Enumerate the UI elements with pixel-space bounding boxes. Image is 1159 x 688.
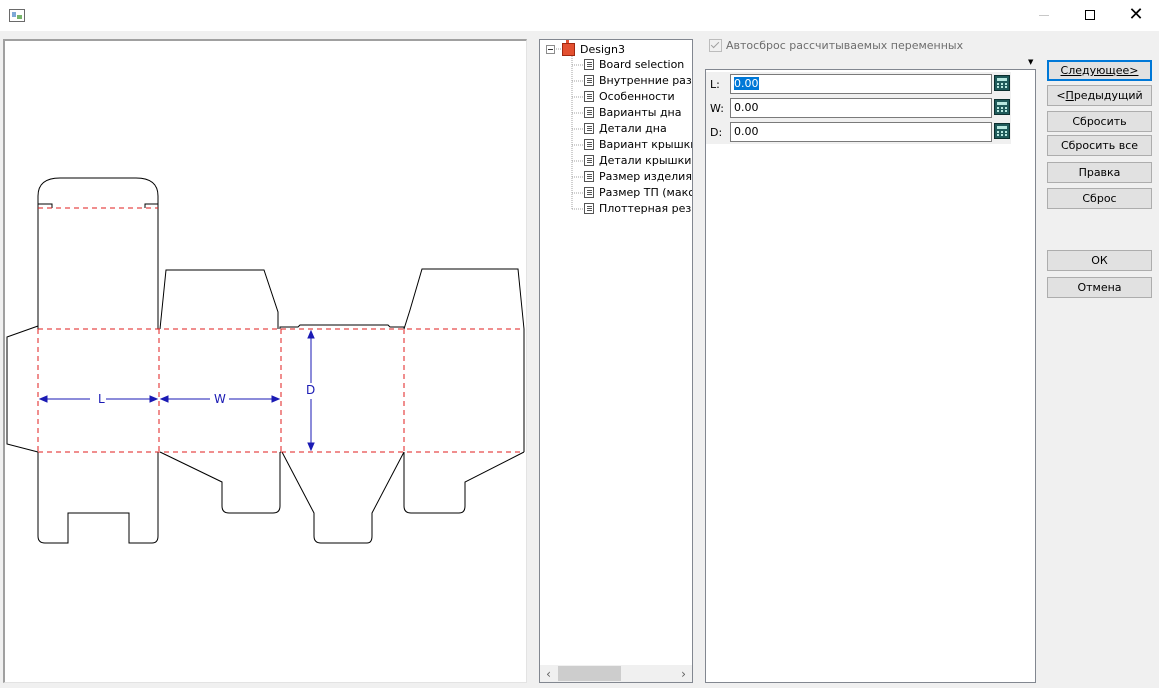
maximize-icon	[1085, 10, 1095, 20]
minimize-button[interactable]	[1021, 0, 1067, 30]
autoreset-checkbox	[709, 39, 722, 52]
design-preview[interactable]: L W D	[3, 39, 527, 683]
previous-mnemonic: П	[1065, 89, 1074, 102]
dust-flap-right-outline	[403, 268, 525, 330]
design-icon	[562, 40, 575, 56]
reset-button-label: Сбросить	[1072, 115, 1127, 128]
page-icon	[584, 123, 594, 134]
variable-row-l: L: 0.00	[706, 72, 1035, 96]
reset-button[interactable]: Сбросить	[1047, 111, 1152, 132]
design-tree[interactable]: Design3 Board selection Внутренние разме…	[539, 39, 693, 683]
calculator-icon[interactable]	[994, 123, 1010, 139]
dim-label-d: D	[306, 383, 315, 397]
minimize-icon	[1039, 14, 1049, 16]
collapse-icon[interactable]	[546, 44, 555, 54]
edit-button-label: Правка	[1078, 166, 1121, 179]
tree-item-label: Размер изделия	[599, 170, 692, 183]
tree-item-product-size[interactable]: Размер изделия	[584, 169, 692, 184]
page-icon	[584, 203, 594, 214]
dim-label-w: W	[214, 392, 226, 406]
page-icon	[584, 107, 594, 118]
clear-button-label: Сброс	[1082, 192, 1117, 205]
bottom-flap-2-outline	[159, 451, 281, 514]
tree-item-inner-dimensions[interactable]: Внутренние разме	[584, 73, 692, 88]
tree-item-label: Внутренние разме	[599, 74, 692, 87]
previous-button[interactable]: < Предыдущий	[1047, 85, 1152, 106]
bottom-flap-3-outline	[281, 451, 405, 544]
previous-label: редыдущий	[1073, 89, 1143, 102]
bottom-flap-4-outline	[403, 451, 525, 514]
page-icon	[584, 91, 594, 102]
variable-w-input[interactable]: 0.00	[730, 98, 992, 118]
tree-item-label: Вариант крышки	[599, 138, 693, 151]
variable-label: W:	[710, 102, 724, 115]
close-button[interactable]: ✕	[1113, 0, 1159, 30]
tree-item-label: Board selection	[599, 58, 685, 71]
tree-item-lid-details[interactable]: Детали крышки	[584, 153, 691, 168]
tree-item-label: Детали крышки	[599, 154, 692, 167]
app-icon	[9, 9, 25, 22]
clear-button[interactable]: Сброс	[1047, 188, 1152, 209]
cancel-button[interactable]: Отмена	[1047, 277, 1152, 298]
calculator-icon[interactable]	[994, 99, 1010, 115]
title-bar: ✕	[0, 0, 1159, 31]
page-icon	[584, 59, 594, 70]
maximize-button[interactable]	[1067, 0, 1113, 30]
tree-item-features[interactable]: Особенности	[584, 89, 675, 104]
next-button-label: Следующее>	[1060, 64, 1139, 77]
tree-item-label: Размер ТП (макс Г	[599, 186, 693, 199]
tree-root-label: Design3	[580, 42, 625, 56]
close-icon: ✕	[1128, 4, 1144, 25]
page-icon	[584, 75, 594, 86]
tree-item-board-selection[interactable]: Board selection	[584, 57, 684, 72]
scrollbar-thumb[interactable]	[558, 666, 621, 681]
box-dieline: L W D	[6, 177, 525, 544]
variable-label: D:	[710, 126, 723, 139]
bottom-flap-1-outline	[37, 452, 159, 544]
scroll-right-icon[interactable]: ›	[675, 665, 692, 682]
edit-button[interactable]: Правка	[1047, 162, 1152, 183]
page-icon	[584, 187, 594, 198]
tree-item-label: Детали дна	[599, 122, 667, 135]
glue-flap-outline	[6, 325, 39, 453]
reset-all-button[interactable]: Сбросить все	[1047, 135, 1152, 156]
variable-value: 0.00	[734, 77, 759, 90]
tree-item-bottom-details[interactable]: Детали дна	[584, 121, 667, 136]
dust-flap-left-outline	[159, 269, 279, 330]
autoreset-option: Автосброс рассчитываемых переменных	[709, 39, 963, 52]
autoreset-label: Автосброс рассчитываемых переменных	[726, 39, 964, 52]
variable-d-input[interactable]: 0.00	[730, 122, 992, 142]
tree-item-plotter-cutting[interactable]: Плоттерная резка	[584, 201, 692, 216]
page-icon	[584, 139, 594, 150]
variable-row-w: W: 0.00	[706, 96, 1035, 120]
variable-l-input[interactable]: 0.00	[730, 74, 992, 94]
tree-item-tp-size[interactable]: Размер ТП (макс Г	[584, 185, 693, 200]
scroll-left-icon[interactable]: ‹	[540, 665, 557, 682]
calculator-icon[interactable]	[994, 75, 1010, 91]
cancel-button-label: Отмена	[1077, 281, 1122, 294]
tree-horizontal-scrollbar[interactable]: ‹ ›	[540, 665, 692, 682]
page-icon	[584, 171, 594, 182]
page-icon	[584, 155, 594, 166]
tree-item-label: Особенности	[599, 90, 675, 103]
variables-panel: L: 0.00 W: 0.00 D: 0.00	[705, 69, 1036, 683]
tuck-flap-outline	[37, 177, 159, 329]
previous-prefix: <	[1056, 89, 1066, 102]
variable-row-d: D: 0.00	[706, 120, 1035, 144]
ok-button[interactable]: ОК	[1047, 250, 1152, 271]
next-button[interactable]: Следующее>	[1047, 60, 1152, 81]
tree-item-label: Варианты дна	[599, 106, 682, 119]
tree-root[interactable]: Design3	[546, 40, 625, 56]
variable-value: 0.00	[734, 101, 759, 114]
dim-label-l: L	[98, 392, 105, 406]
reset-all-button-label: Сбросить все	[1060, 139, 1139, 152]
tree-item-bottom-variants[interactable]: Варианты дна	[584, 105, 681, 120]
tree-item-label: Плоттерная резка	[599, 202, 692, 215]
tree-item-lid-variant[interactable]: Вариант крышки	[584, 137, 693, 152]
dropdown-arrow-icon[interactable]: ▼	[1028, 58, 1033, 66]
variable-value: 0.00	[734, 125, 759, 138]
variable-label: L:	[710, 78, 720, 91]
ok-button-label: ОК	[1091, 254, 1108, 267]
